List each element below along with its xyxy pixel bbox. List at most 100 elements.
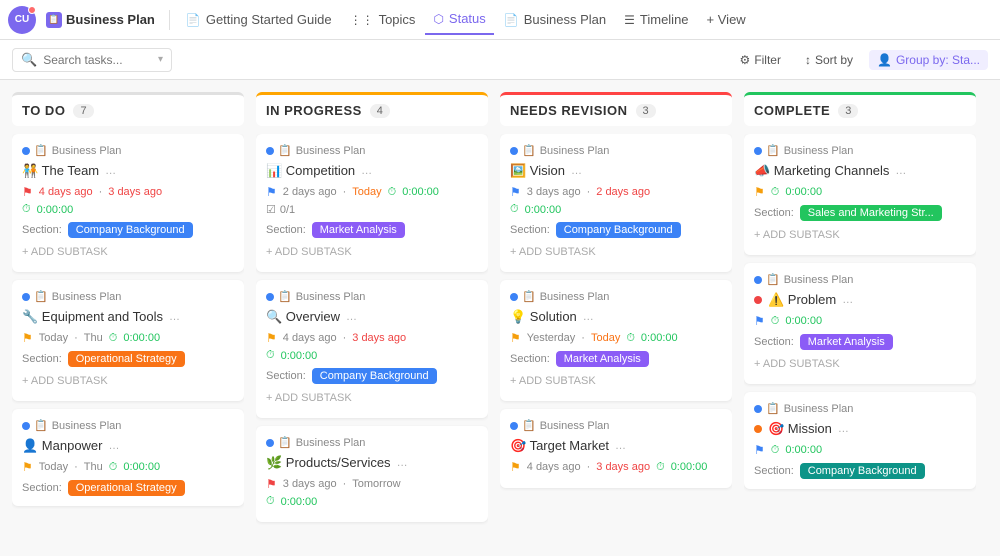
section-tag[interactable]: Market Analysis xyxy=(556,351,649,367)
project-dot xyxy=(22,293,30,301)
time-value: 0:00:00 xyxy=(785,186,822,198)
date-end: Thu xyxy=(84,332,103,344)
needsrevision-title: NEEDS REVISION xyxy=(510,103,628,118)
section-tag[interactable]: Company Background xyxy=(800,463,925,479)
tab-status-label: Status xyxy=(449,11,486,26)
column-complete: COMPLETE 3 📋 Business Plan 📣 Marketing C… xyxy=(744,92,976,544)
top-nav: CU 📋 Business Plan 📄 Getting Started Gui… xyxy=(0,0,1000,40)
sort-button[interactable]: ↕ Sort by xyxy=(797,50,861,70)
inprogress-count: 4 xyxy=(370,104,390,118)
card-time: ⏱ 0:00:00 xyxy=(510,203,722,216)
expand-icon: … xyxy=(361,165,372,177)
search-icon: 🔍 xyxy=(21,52,37,68)
card-section: Section: Operational Strategy xyxy=(22,351,234,367)
filter-button[interactable]: ⚙ Filter xyxy=(732,50,789,70)
group-icon: 👤 xyxy=(877,53,892,67)
section-label: Section: xyxy=(510,353,550,365)
card-competition[interactable]: 📋 Business Plan 📊 Competition … ⚑ 2 days… xyxy=(256,134,488,272)
card-section: Section: Company Background xyxy=(510,222,722,238)
section-tag[interactable]: Company Background xyxy=(312,368,437,384)
column-header-needsrevision: NEEDS REVISION 3 xyxy=(500,92,732,126)
search-box[interactable]: 🔍 ▾ xyxy=(12,48,172,72)
project-dot xyxy=(510,293,518,301)
add-subtask-button[interactable]: + ADD SUBTASK xyxy=(22,371,234,391)
card-marketing-channels[interactable]: 📋 Business Plan 📣 Marketing Channels … ⚑… xyxy=(744,134,976,255)
tab-business-plan[interactable]: 📄 Business Plan xyxy=(496,5,614,35)
add-subtask-button[interactable]: + ADD SUBTASK xyxy=(266,242,478,262)
card-meta: ⚑ 3 days ago · Tomorrow xyxy=(266,477,478,491)
card-solution[interactable]: 📋 Business Plan 💡 Solution … ⚑ Yesterday… xyxy=(500,280,732,401)
task-title: 🔧 Equipment and Tools xyxy=(22,309,163,325)
section-tag[interactable]: Sales and Marketing Str... xyxy=(800,205,942,221)
card-project: 📋 Business Plan xyxy=(22,290,234,303)
add-subtask-button[interactable]: + ADD SUBTASK xyxy=(266,388,478,408)
add-subtask-button[interactable]: + ADD SUBTASK xyxy=(510,242,722,262)
business-plan-icon: 📄 xyxy=(504,13,519,27)
card-project: 📋 Business Plan xyxy=(22,419,234,432)
card-manpower[interactable]: 📋 Business Plan 👤 Manpower … ⚑ Today · T… xyxy=(12,409,244,506)
section-label: Section: xyxy=(22,353,62,365)
section-tag[interactable]: Company Background xyxy=(556,222,681,238)
date-start: 3 days ago xyxy=(527,186,581,198)
tab-timeline[interactable]: ☰ Timeline xyxy=(616,5,696,35)
checkbox-icon: ☑ xyxy=(266,203,276,216)
card-problem[interactable]: 📋 Business Plan ⚠️ Problem … ⚑ ⏱ 0:00:00… xyxy=(744,263,976,384)
time-icon: ⏱ xyxy=(510,203,519,216)
project-dot xyxy=(22,422,30,430)
logo-text: CU xyxy=(15,14,29,25)
card-meta: ⚑ Today · Thu ⏱ 0:00:00 xyxy=(22,460,234,474)
card-the-team[interactable]: 📋 Business Plan 🧑‍🤝‍🧑 The Team … ⚑ 4 day… xyxy=(12,134,244,272)
add-subtask-button[interactable]: + ADD SUBTASK xyxy=(22,242,234,262)
date-sep: · xyxy=(343,186,347,198)
card-mission[interactable]: 📋 Business Plan 🎯 Mission … ⚑ ⏱ 0:00:00 … xyxy=(744,392,976,489)
card-time: ⏱ 0:00:00 xyxy=(22,203,234,216)
date-sep: · xyxy=(74,332,78,344)
expand-icon: … xyxy=(571,165,582,177)
card-equipment[interactable]: 📋 Business Plan 🔧 Equipment and Tools … … xyxy=(12,280,244,401)
section-tag[interactable]: Market Analysis xyxy=(312,222,405,238)
nav-divider xyxy=(169,10,170,30)
search-input[interactable] xyxy=(43,53,152,67)
date-start: 4 days ago xyxy=(283,332,337,344)
section-tag[interactable]: Company Background xyxy=(68,222,193,238)
tab-add-view[interactable]: + View xyxy=(699,5,754,35)
time-value: 0:00:00 xyxy=(281,496,318,508)
add-subtask-button[interactable]: + ADD SUBTASK xyxy=(754,225,966,245)
flag-icon: ⚑ xyxy=(754,443,765,457)
time-icon: ⏱ xyxy=(109,461,118,474)
tab-topics[interactable]: ⋮⋮ Topics xyxy=(342,5,424,35)
group-by-button[interactable]: 👤 Group by: Sta... xyxy=(869,50,988,70)
tab-timeline-label: Timeline xyxy=(640,12,689,27)
card-vision[interactable]: 📋 Business Plan 🖼️ Vision … ⚑ 3 days ago… xyxy=(500,134,732,272)
time-icon: ⏱ xyxy=(626,332,635,345)
workspace-switcher[interactable]: 📋 Business Plan xyxy=(40,6,161,34)
task-title: 🔍 Overview xyxy=(266,309,340,325)
date-sep: · xyxy=(587,186,591,198)
expand-icon: … xyxy=(838,423,849,435)
card-overview[interactable]: 📋 Business Plan 🔍 Overview … ⚑ 4 days ag… xyxy=(256,280,488,418)
nav-tabs: 📄 Getting Started Guide ⋮⋮ Topics ⬡ Stat… xyxy=(178,5,754,35)
section-label: Section: xyxy=(510,224,550,236)
add-subtask-button[interactable]: + ADD SUBTASK xyxy=(510,371,722,391)
card-title: 🎯 Target Market … xyxy=(510,438,722,454)
time-icon: ⏱ xyxy=(266,349,275,362)
board: TO DO 7 📋 Business Plan 🧑‍🤝‍🧑 The Team …… xyxy=(0,80,1000,556)
card-products[interactable]: 📋 Business Plan 🌿 Products/Services … ⚑ … xyxy=(256,426,488,522)
tab-status[interactable]: ⬡ Status xyxy=(425,5,493,35)
tab-getting-started[interactable]: 📄 Getting Started Guide xyxy=(178,5,340,35)
time-icon: ⏱ xyxy=(266,495,275,508)
column-header-complete: COMPLETE 3 xyxy=(744,92,976,126)
section-tag[interactable]: Market Analysis xyxy=(800,334,893,350)
tab-add-view-label: + View xyxy=(707,12,746,27)
project-dot xyxy=(754,147,762,155)
card-target-market[interactable]: 📋 Business Plan 🎯 Target Market … ⚑ 4 da… xyxy=(500,409,732,488)
date-sep: · xyxy=(581,332,585,344)
date-end: Today xyxy=(352,186,381,198)
tab-business-plan-label: Business Plan xyxy=(524,12,606,27)
time-value: 0:00:00 xyxy=(402,186,439,198)
inprogress-scroll: 📋 Business Plan 📊 Competition … ⚑ 2 days… xyxy=(256,134,488,544)
section-tag[interactable]: Operational Strategy xyxy=(68,480,185,496)
tab-topics-label: Topics xyxy=(379,12,416,27)
section-tag[interactable]: Operational Strategy xyxy=(68,351,185,367)
add-subtask-button[interactable]: + ADD SUBTASK xyxy=(754,354,966,374)
